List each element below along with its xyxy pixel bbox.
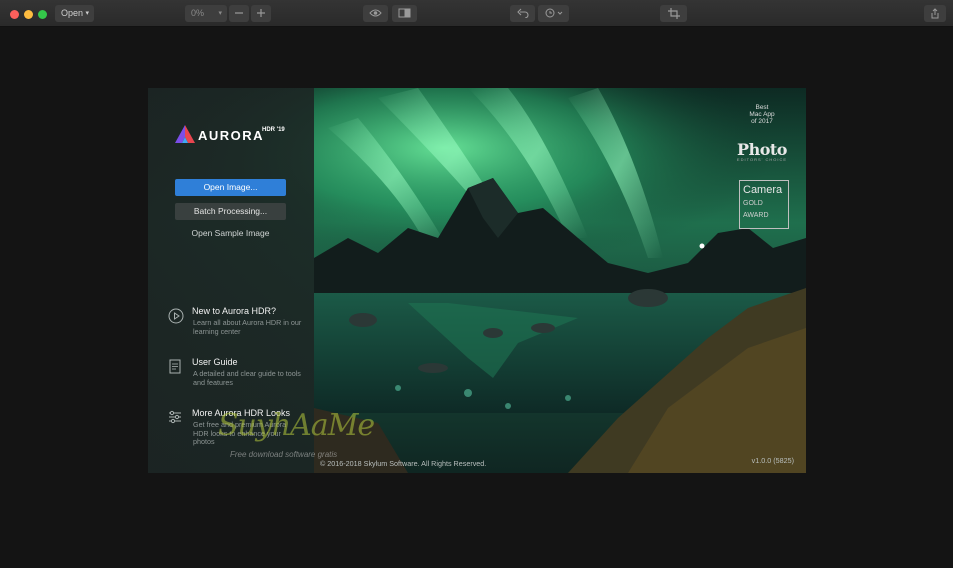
crop-button[interactable]	[660, 5, 687, 22]
open-sample-image-link[interactable]: Open Sample Image	[175, 228, 286, 238]
award-best-line2: Mac App	[749, 111, 775, 118]
preview-toggle-button[interactable]	[363, 5, 388, 22]
batch-processing-button[interactable]: Batch Processing...	[175, 203, 286, 220]
window-close-button[interactable]	[10, 10, 19, 19]
open-menu-label: Open	[61, 8, 84, 18]
aurora-logo-icon	[175, 125, 195, 143]
version-text: v1.0.0 (5825)	[751, 456, 794, 465]
camera-gold-award: Camera GOLD AWARD	[739, 180, 789, 229]
award-camera-title: Camera	[743, 184, 783, 196]
minus-icon	[235, 12, 243, 14]
logo-wordmark: AURORA	[198, 128, 265, 143]
resource-description: Learn all about Aurora HDR in our learni…	[193, 318, 302, 336]
history-icon	[545, 8, 562, 18]
resource-title: User Guide	[192, 357, 238, 367]
award-best-line1: Best	[755, 104, 769, 111]
resource-title: New to Aurora HDR?	[192, 306, 277, 316]
share-button[interactable]	[924, 5, 946, 22]
copyright-text: © 2016-2018 Skylum Software. All Rights …	[320, 459, 487, 468]
award-best-line3: of 2017	[751, 118, 773, 125]
aurora-logo: AURORA HDR '19	[175, 125, 295, 145]
chevron-down-icon: ▾	[218, 10, 222, 17]
sliders-icon	[169, 410, 181, 424]
window-minimize-button[interactable]	[24, 10, 33, 19]
undo-button[interactable]	[510, 5, 535, 22]
document-icon	[169, 359, 181, 374]
resource-description: A detailed and clear guide to tools and …	[193, 369, 301, 387]
zoom-in-button[interactable]	[251, 5, 271, 22]
share-icon	[931, 8, 939, 19]
watermark-text: SuyhAaMe	[218, 408, 375, 443]
zoom-select[interactable]: 0% ▾	[185, 5, 227, 22]
logo-version-mark: HDR '19	[262, 127, 285, 133]
compare-icon	[398, 8, 411, 18]
compare-button[interactable]	[392, 5, 417, 22]
chevron-down-icon: ▾	[85, 10, 89, 17]
best-mac-app-award: Best Mac App of 2017	[734, 104, 790, 128]
award-camera-gold: GOLD	[743, 200, 763, 207]
award-photo-subtitle: EDITORS' CHOICE	[736, 157, 788, 162]
toolbar: Open ▾ 0% ▾	[0, 0, 953, 27]
open-menu-button[interactable]: Open ▾	[55, 5, 94, 22]
plus-icon	[257, 9, 265, 17]
watermark-subtext: Free download software gratis	[230, 450, 338, 459]
eye-icon	[369, 9, 382, 17]
undo-icon	[516, 8, 528, 18]
zoom-out-button[interactable]	[229, 5, 249, 22]
photo-editors-choice-award: Photo EDITORS' CHOICE	[735, 140, 789, 164]
history-button[interactable]	[538, 5, 569, 22]
zoom-value: 0%	[191, 8, 205, 18]
open-image-button[interactable]: Open Image...	[175, 179, 286, 196]
window-maximize-button[interactable]	[38, 10, 47, 19]
crop-icon	[667, 8, 680, 19]
play-icon	[168, 308, 184, 324]
award-camera-award: AWARD	[743, 212, 769, 219]
